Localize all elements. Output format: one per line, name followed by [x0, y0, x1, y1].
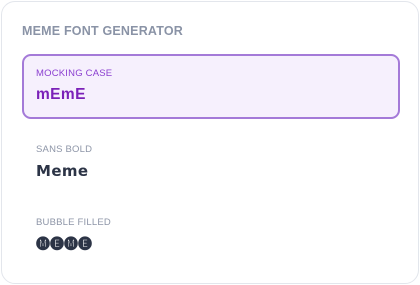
option-label: SANS BOLD [36, 144, 93, 155]
option-sans-bold[interactable]: SANS BOLD 𝗠𝗲𝗺𝗲 [22, 138, 400, 194]
option-sample: 🅜🅔🅜🅔 [36, 236, 92, 252]
card-title: MEME FONT GENERATOR [22, 24, 183, 38]
option-mocking-case[interactable]: MOCKING CASE mEmE [22, 54, 400, 119]
option-sample: 𝗠𝗲𝗺𝗲 [36, 163, 89, 180]
option-sample: mEmE [36, 86, 86, 103]
font-generator-card: MEME FONT GENERATOR MOCKING CASE mEmE SA… [1, 1, 419, 284]
option-label: MOCKING CASE [36, 68, 113, 79]
option-bubble-filled[interactable]: BUBBLE FILLED 🅜🅔🅜🅔 [22, 211, 400, 267]
option-label: BUBBLE FILLED [36, 217, 111, 228]
